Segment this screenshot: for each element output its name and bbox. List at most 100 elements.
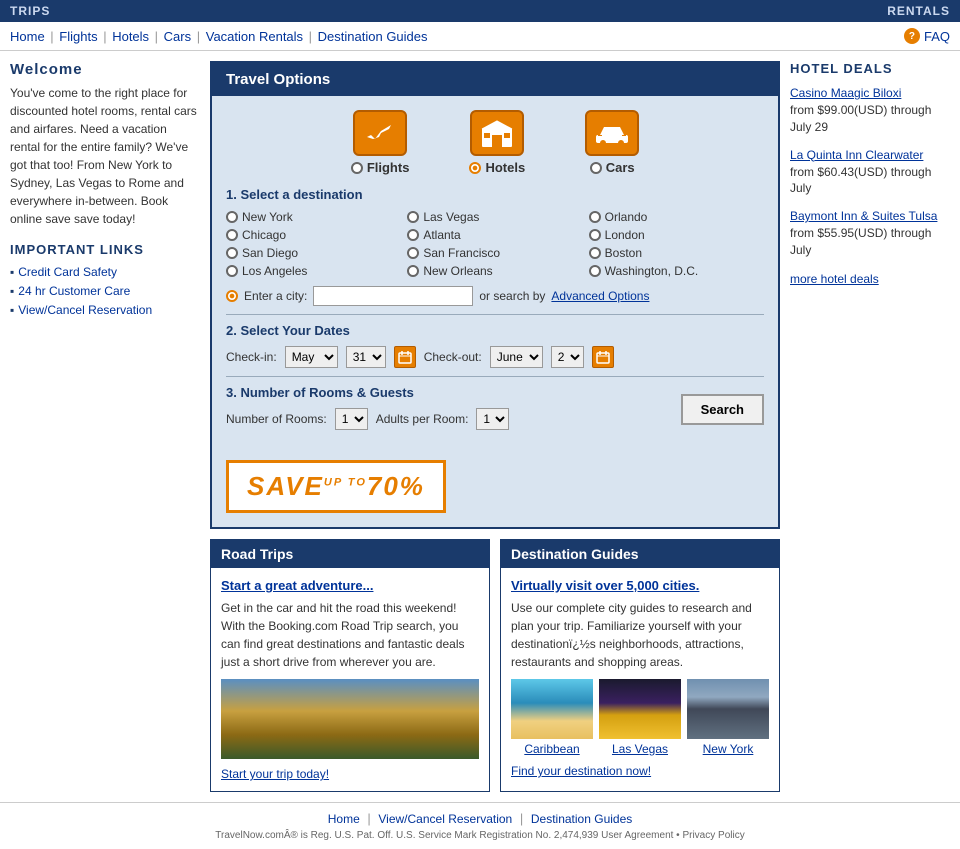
dest-losangeles[interactable]: Los Angeles: [226, 264, 401, 278]
destination-guides-link[interactable]: Virtually visit over 5,000 cities.: [511, 578, 769, 593]
boston-radio[interactable]: [589, 247, 601, 259]
dest-lasvegas[interactable]: Las Vegas: [407, 210, 582, 224]
sidebar-item-cancel-reservation[interactable]: View/Cancel Reservation: [10, 303, 200, 317]
cancel-reservation-link[interactable]: View/Cancel Reservation: [18, 303, 152, 317]
footer-cancel-reservation[interactable]: View/Cancel Reservation: [378, 812, 512, 826]
dest-atlanta[interactable]: Atlanta: [407, 228, 582, 242]
dest-washingtondc[interactable]: Washington, D.C.: [589, 264, 764, 278]
cars-radio[interactable]: [590, 162, 602, 174]
dest-newyork[interactable]: New York: [226, 210, 401, 224]
checkin-month-select[interactable]: May June July: [285, 346, 338, 368]
newyork-wrap[interactable]: New York: [687, 679, 769, 756]
deal-text-0: from $99.00(USD) through July 29: [790, 103, 931, 134]
rooms-guests-left: 3. Number of Rooms & Guests Number of Ro…: [226, 385, 509, 434]
road-trips-bottom-link[interactable]: Start your trip today!: [221, 767, 479, 781]
dest-sandiego[interactable]: San Diego: [226, 246, 401, 260]
dest-chicago[interactable]: Chicago: [226, 228, 401, 242]
sidebar-item-credit-card[interactable]: Credit Card Safety: [10, 265, 200, 279]
nav-destination-guides[interactable]: Destination Guides: [318, 29, 428, 44]
nav-flights[interactable]: Flights: [59, 29, 97, 44]
dest-london[interactable]: London: [589, 228, 764, 242]
rentals-link[interactable]: RENTALS: [887, 4, 950, 18]
neworleans-radio[interactable]: [407, 265, 419, 277]
mode-tabs: Flights: [226, 110, 764, 175]
adults-select[interactable]: 1 2 3 4: [476, 408, 509, 430]
flights-icon: [353, 110, 407, 156]
road-trips-card: Road Trips Start a great adventure... Ge…: [210, 539, 490, 792]
destination-guides-header: Destination Guides: [501, 540, 779, 568]
checkin-label: Check-in:: [226, 350, 277, 364]
footer-destination-guides[interactable]: Destination Guides: [531, 812, 632, 826]
deal-link-0[interactable]: Casino Maagic Biloxi: [790, 86, 950, 100]
checkout-day-select[interactable]: 2: [551, 346, 584, 368]
trips-link[interactable]: TRIPS: [10, 4, 50, 18]
dest-boston[interactable]: Boston: [589, 246, 764, 260]
nav-vacation-rentals[interactable]: Vacation Rentals: [206, 29, 303, 44]
sandiego-radio[interactable]: [226, 247, 238, 259]
orlando-radio[interactable]: [589, 211, 601, 223]
dest-images: Caribbean Las Vegas New York: [511, 679, 769, 756]
sanfrancisco-radio[interactable]: [407, 247, 419, 259]
caribbean-wrap[interactable]: Caribbean: [511, 679, 593, 756]
flights-tab[interactable]: Flights: [351, 110, 410, 175]
faq-link[interactable]: ? FAQ: [904, 28, 950, 44]
washingtondc-radio[interactable]: [589, 265, 601, 277]
sidebar-item-customer-care[interactable]: 24 hr Customer Care: [10, 284, 200, 298]
save-banner-wrap: SAVEUP TO70%: [226, 448, 764, 513]
road-trips-text: Get in the car and hit the road this wee…: [221, 599, 479, 671]
flights-radio[interactable]: [351, 162, 363, 174]
deal-item-2: Baymont Inn & Suites Tulsa from $55.95(U…: [790, 209, 950, 259]
travel-options-body: Flights: [212, 96, 778, 527]
adults-label: Adults per Room:: [376, 412, 469, 426]
london-radio[interactable]: [589, 229, 601, 241]
nav-cars[interactable]: Cars: [164, 29, 191, 44]
lasvegas-image: [599, 679, 681, 739]
losangeles-radio[interactable]: [226, 265, 238, 277]
checkin-day-select[interactable]: 31: [346, 346, 386, 368]
dest-neworleans[interactable]: New Orleans: [407, 264, 582, 278]
hotels-icon: [470, 110, 524, 156]
advanced-options-link[interactable]: Advanced Options: [551, 289, 649, 303]
dest-orlando[interactable]: Orlando: [589, 210, 764, 224]
nav-home[interactable]: Home: [10, 29, 45, 44]
cars-icon: [585, 110, 639, 156]
customer-care-link[interactable]: 24 hr Customer Care: [18, 284, 130, 298]
dest-guides-bottom-link[interactable]: Find your destination now!: [511, 764, 769, 778]
caribbean-label[interactable]: Caribbean: [524, 742, 579, 756]
hotels-radio[interactable]: [469, 162, 481, 174]
city-input[interactable]: [313, 286, 473, 306]
road-trips-link[interactable]: Start a great adventure...: [221, 578, 479, 593]
road-trips-body: Start a great adventure... Get in the ca…: [211, 568, 489, 791]
destination-guides-text: Use our complete city guides to research…: [511, 599, 769, 671]
checkout-month-select[interactable]: June July: [490, 346, 543, 368]
footer-home[interactable]: Home: [328, 812, 360, 826]
newyork-radio[interactable]: [226, 211, 238, 223]
chicago-radio[interactable]: [226, 229, 238, 241]
hotels-tab[interactable]: Hotels: [469, 110, 525, 175]
top-nav-right-links: RENTALS: [887, 4, 950, 18]
rooms-select[interactable]: 1 2 3: [335, 408, 368, 430]
main-nav: Home | Flights | Hotels | Cars | Vacatio…: [0, 22, 960, 51]
newyork-dest-label[interactable]: New York: [703, 742, 754, 756]
sidebar-links: Credit Card Safety 24 hr Customer Care V…: [10, 265, 200, 317]
deal-link-2[interactable]: Baymont Inn & Suites Tulsa: [790, 209, 950, 223]
checkin-calendar-icon[interactable]: [394, 346, 416, 368]
atlanta-radio[interactable]: [407, 229, 419, 241]
deal-link-1[interactable]: La Quinta Inn Clearwater: [790, 148, 950, 162]
checkout-calendar-icon[interactable]: [592, 346, 614, 368]
enter-city-label: Enter a city:: [244, 289, 307, 303]
rooms-row: Number of Rooms: 1 2 3 Adults per Room: …: [226, 408, 509, 430]
credit-card-safety-link[interactable]: Credit Card Safety: [18, 265, 117, 279]
nav-hotels[interactable]: Hotels: [112, 29, 149, 44]
enter-city-radio[interactable]: [226, 290, 238, 302]
cars-label: Cars: [606, 160, 635, 175]
lasvegas-radio[interactable]: [407, 211, 419, 223]
lasvegas-dest-label[interactable]: Las Vegas: [612, 742, 668, 756]
more-deals-link[interactable]: more hotel deals: [790, 272, 879, 286]
dest-sanfrancisco[interactable]: San Francisco: [407, 246, 582, 260]
cars-tab[interactable]: Cars: [585, 110, 639, 175]
lasvegas-wrap[interactable]: Las Vegas: [599, 679, 681, 756]
search-button[interactable]: Search: [681, 394, 764, 425]
road-trips-image: [221, 679, 479, 759]
bottom-cards: Road Trips Start a great adventure... Ge…: [210, 539, 780, 792]
